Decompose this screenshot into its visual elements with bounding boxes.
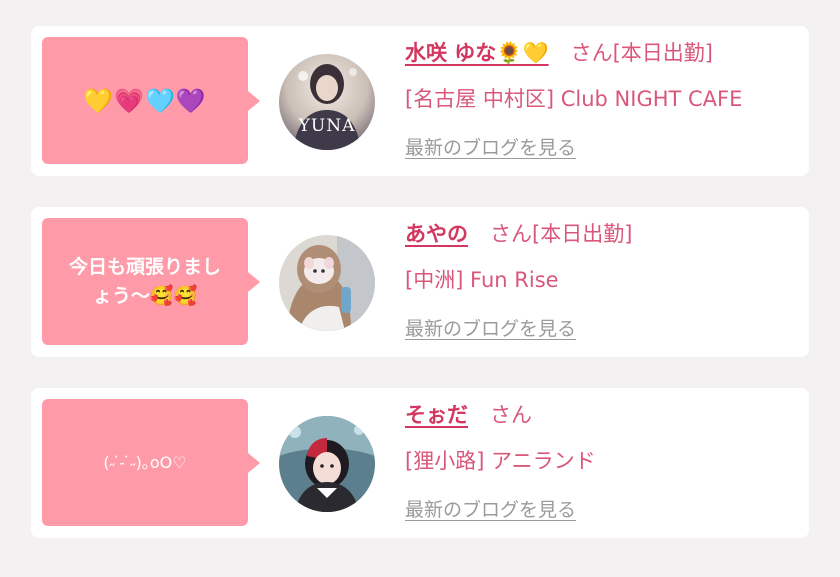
name-line: 水咲 ゆな🌻💛 さん[本日出勤] [405, 37, 713, 67]
message-bubble: 💛💗🩵💜 [42, 37, 260, 164]
avatar[interactable] [279, 235, 375, 331]
shop-name: [中洲] Fun Rise [405, 268, 559, 292]
avatar-photo [279, 416, 375, 512]
honorific: さん [570, 41, 613, 65]
status-badge: [本日出勤] [532, 222, 633, 246]
status-badge: [本日出勤] [612, 41, 713, 65]
honorific: さん [490, 222, 532, 246]
name-line: そぉだ さん [405, 399, 532, 429]
name-line: あやの さん[本日出勤] [405, 218, 632, 248]
cast-card: 💛💗🩵💜 YUNA 水咲 ゆな🌻💛 さん[本日出勤] [名古屋 中村区] Club [31, 26, 809, 176]
avatar-photo [279, 235, 375, 331]
message-text: 💛💗🩵💜 [83, 86, 207, 115]
cast-card: (˶ ̇ ̵ ̇˶)｡oO♡ そぉだ さん [狸小路] アニランド 最新のブログを… [31, 388, 809, 538]
avatar-caption: YUNA [298, 116, 356, 136]
message-bubble: 今日も頑張りまし ょう〜🥰🥰 [42, 218, 260, 345]
latest-blog-link[interactable]: 最新のブログを見る [405, 314, 576, 341]
cast-name-link[interactable]: 水咲 ゆな🌻💛 [405, 41, 549, 65]
latest-blog-link[interactable]: 最新のブログを見る [405, 495, 576, 522]
honorific: さん [490, 403, 532, 427]
cast-name-link[interactable]: そぉだ [405, 403, 468, 427]
message-text: (˶ ̇ ̵ ̇˶)｡oO♡ [103, 452, 187, 472]
shop-name: [名古屋 中村区] Club NIGHT CAFE [405, 87, 743, 111]
avatar[interactable]: YUNA [279, 54, 375, 150]
avatar[interactable] [279, 416, 375, 512]
shop-name: [狸小路] アニランド [405, 449, 596, 473]
cast-name-link[interactable]: あやの [405, 222, 468, 246]
message-text: 今日も頑張りまし ょう〜🥰🥰 [68, 256, 221, 307]
message-bubble: (˶ ̇ ̵ ̇˶)｡oO♡ [42, 399, 260, 526]
cast-card: 今日も頑張りまし ょう〜🥰🥰 あやの さん[本日出勤] [中洲] Fun Rise… [31, 207, 809, 357]
latest-blog-link[interactable]: 最新のブログを見る [405, 133, 576, 160]
